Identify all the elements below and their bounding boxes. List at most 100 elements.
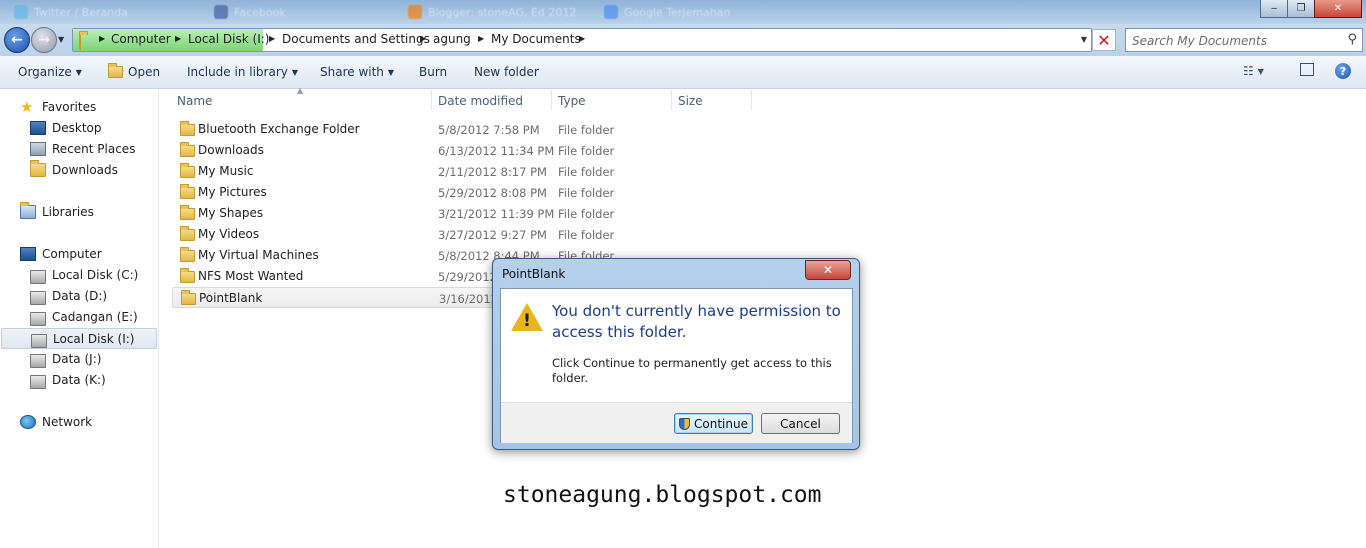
nav-drive-e[interactable]: Cadangan (E:)	[0, 307, 188, 327]
nav-recent-places[interactable]: Recent Places	[0, 139, 188, 159]
nav-label: Local Disk (C:)	[52, 268, 139, 282]
arrow-left-icon: ←	[11, 32, 23, 48]
dialog-body: ! You don't currently have permission to…	[500, 288, 853, 443]
taskbar-tab-4[interactable]: Google Terjemahan	[604, 3, 730, 21]
search-box[interactable]: ⚲	[1125, 28, 1363, 52]
new-folder-button[interactable]: New folder	[474, 65, 539, 79]
nav-favorites[interactable]: ★ Favorites	[0, 97, 178, 117]
maximize-button[interactable]: ❐	[1287, 0, 1315, 18]
minimize-button[interactable]: ‒	[1260, 0, 1288, 18]
recent-pages-dropdown[interactable]: ▼	[58, 35, 64, 44]
chevron-right-icon[interactable]: ▶	[175, 34, 181, 43]
folder-icon	[180, 163, 195, 178]
taskbar-tab-1[interactable]: Twitter / Beranda	[14, 3, 128, 21]
network-icon	[20, 415, 36, 429]
facebook-icon	[214, 5, 228, 19]
chevron-right-icon[interactable]: ▶	[420, 34, 426, 43]
column-divider[interactable]	[551, 90, 552, 110]
nav-drive-c[interactable]: Local Disk (C:)	[0, 265, 188, 285]
burn-button[interactable]: Burn	[419, 65, 447, 79]
taskbar-tab-label: Twitter / Beranda	[34, 5, 128, 19]
table-row[interactable]: Downloads 6/13/2012 11:34 PM File folder	[172, 140, 752, 161]
drive-icon	[30, 375, 46, 389]
drive-icon	[31, 333, 47, 348]
cancel-button[interactable]: Cancel	[761, 413, 840, 434]
chevron-right-icon[interactable]: ▶	[478, 34, 484, 43]
column-header-size[interactable]: Size	[678, 94, 703, 108]
nav-drive-d[interactable]: Data (D:)	[0, 286, 188, 306]
google-translate-icon	[604, 5, 618, 19]
include-in-library-button[interactable]: Include in library ▼	[187, 65, 298, 79]
drive-icon	[30, 312, 46, 326]
column-header-type[interactable]: Type	[558, 94, 586, 108]
dialog-main-instruction: You don't currently have permission to a…	[552, 302, 841, 341]
nav-label: Network	[42, 415, 93, 429]
nav-drive-i[interactable]: Local Disk (I:)	[1, 328, 157, 349]
breadcrumb-my-documents[interactable]: My Documents	[491, 32, 581, 46]
chevron-down-icon: ▼	[75, 68, 82, 77]
dialog-close-button[interactable]: ✕	[805, 260, 851, 280]
nav-drive-k[interactable]: Data (K:)	[0, 370, 188, 390]
column-divider[interactable]	[751, 90, 752, 110]
organize-button[interactable]: Organize ▼	[18, 65, 82, 79]
address-bar[interactable]: ▶ Computer ▶ Local Disk (I:) ▶ Documents…	[72, 28, 1092, 52]
close-window-button[interactable]: ✕	[1314, 0, 1362, 18]
file-name: My Pictures	[198, 185, 267, 199]
table-row[interactable]: My Pictures 5/29/2012 8:08 PM File folde…	[172, 182, 752, 203]
search-input[interactable]	[1130, 31, 1334, 51]
view-options-button[interactable]: ☷ ▼	[1243, 64, 1264, 78]
search-icon[interactable]: ⚲	[1347, 32, 1357, 47]
nav-network[interactable]: Network	[0, 412, 178, 432]
file-date: 6/13/2012 11:34 PM	[438, 144, 555, 158]
drive-icon	[30, 291, 46, 305]
nav-label: Recent Places	[52, 142, 136, 156]
nav-desktop[interactable]: Desktop	[0, 118, 188, 138]
file-name: PointBlank	[199, 291, 263, 305]
table-row[interactable]: My Shapes 3/21/2012 11:39 PM File folder	[172, 203, 752, 224]
nav-libraries[interactable]: Libraries	[0, 202, 178, 222]
nav-computer[interactable]: Computer	[0, 244, 178, 264]
chevron-right-icon[interactable]: ▶	[579, 34, 585, 43]
breadcrumb-local-disk-i[interactable]: Local Disk (I:)	[188, 32, 269, 46]
table-row[interactable]: My Music 2/11/2012 8:17 PM File folder	[172, 161, 752, 182]
breadcrumb-agung[interactable]: agung	[433, 32, 471, 46]
column-divider[interactable]	[431, 90, 432, 110]
address-row: ← → ▼ ▶ Computer ▶ Local Disk (I:) ▶ Doc…	[0, 24, 1366, 56]
windows-drive-icon	[30, 270, 46, 284]
drive-icon	[30, 354, 46, 368]
breadcrumb-computer[interactable]: Computer	[111, 32, 171, 46]
file-date: 3/21/2012 11:39 PM	[438, 207, 555, 221]
folder-icon	[180, 247, 195, 262]
table-row[interactable]: Bluetooth Exchange Folder 5/8/2012 7:58 …	[172, 119, 752, 140]
chevron-down-icon: ▼	[1257, 67, 1264, 76]
twitter-icon	[14, 5, 28, 19]
address-history-dropdown[interactable]: ▼	[1081, 35, 1087, 44]
forward-button[interactable]: →	[31, 27, 57, 53]
preview-pane-button[interactable]	[1300, 63, 1314, 76]
chevron-right-icon[interactable]: ▶	[99, 34, 105, 43]
taskbar-tab-label: Google Terjemahan	[624, 5, 731, 19]
back-button[interactable]: ←	[4, 27, 30, 53]
column-divider[interactable]	[671, 90, 672, 110]
help-button[interactable]: ?	[1335, 63, 1351, 79]
include-in-library-label: Include in library	[187, 65, 288, 79]
column-header-name[interactable]: Name	[177, 94, 212, 108]
taskbar-tab-2[interactable]: Facebook	[214, 3, 286, 21]
continue-button[interactable]: Continue	[674, 413, 753, 434]
nav-downloads[interactable]: Downloads	[0, 160, 188, 180]
taskbar-tab-3[interactable]: Blogger: stoneAG, Ed 2012	[408, 3, 576, 21]
nav-label: Downloads	[52, 163, 118, 177]
file-date: 2/11/2012 8:17 PM	[438, 165, 547, 179]
open-button[interactable]: Open	[108, 63, 160, 79]
table-row[interactable]: My Videos 3/27/2012 9:27 PM File folder	[172, 224, 752, 245]
file-date: 5/29/2012 8:08 PM	[438, 186, 547, 200]
stop-loading-button[interactable]: ✕	[1092, 29, 1116, 51]
chevron-down-icon: ▼	[387, 68, 395, 77]
nav-drive-j[interactable]: Data (J:)	[0, 349, 188, 369]
breadcrumb-documents-and-settings[interactable]: Documents and Settings	[282, 32, 430, 46]
title-bar: Twitter / Beranda Facebook Blogger: ston…	[0, 0, 1366, 24]
continue-label: Continue	[694, 416, 748, 431]
share-with-button[interactable]: Share with ▼	[320, 65, 394, 79]
chevron-right-icon[interactable]: ▶	[269, 34, 275, 43]
column-header-date-modified[interactable]: Date modified	[438, 94, 523, 108]
